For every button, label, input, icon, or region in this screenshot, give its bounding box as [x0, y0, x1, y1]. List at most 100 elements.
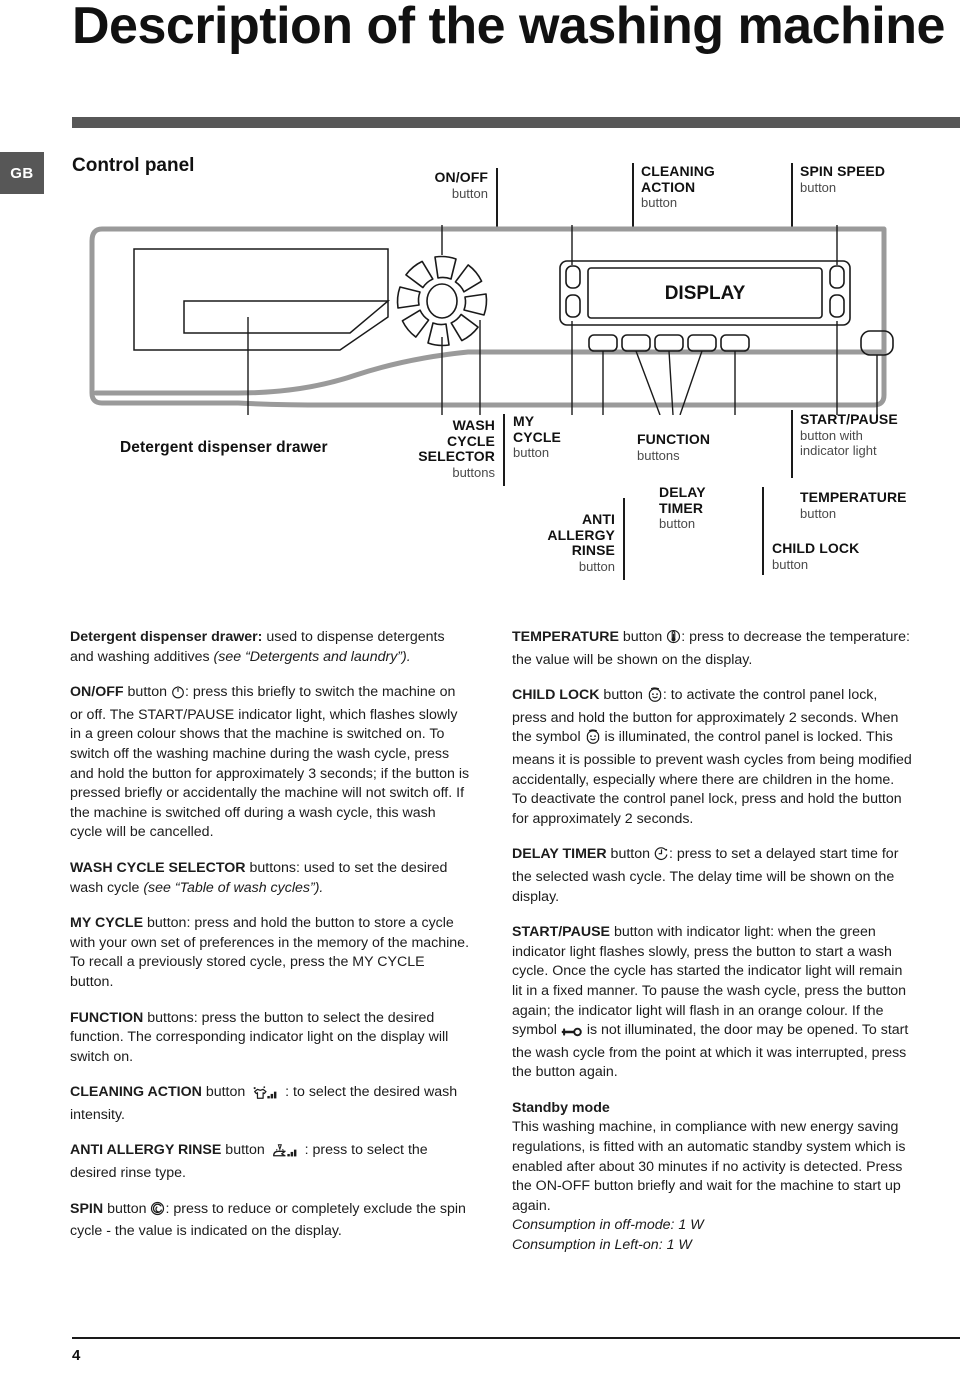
locale-badge: GB [0, 152, 44, 194]
callout-cleaning-action-name-1: CLEANING [641, 163, 715, 179]
callout-my-cycle: MY CYCLE button [513, 413, 623, 460]
para-anti-allergy-rinse: ANTI ALLERGY RINSE button : press to sel… [70, 1141, 470, 1183]
para-child-lock: CHILD LOCK button : to activate the cont… [512, 686, 912, 829]
callout-wcs-name-3: SELECTOR [418, 448, 495, 464]
pre-child-lock: button [599, 687, 647, 704]
callout-function-name: FUNCTION [637, 431, 711, 447]
italic-standby-1: Consumption in off-mode: 1 W [512, 1217, 704, 1234]
body-column-left: Detergent dispenser drawer: used to disp… [70, 628, 470, 1258]
term-my-cycle: MY CYCLE [70, 915, 144, 932]
callout-my-cycle-name-2: CYCLE [513, 428, 561, 445]
callout-aar-name-2: ALLERGY [547, 526, 615, 543]
header-divider [72, 117, 960, 128]
callout-on-off-name: ON/OFF [434, 169, 488, 185]
para-my-cycle: MY CYCLE button: press and hold the butt… [70, 914, 470, 992]
pre-delay-timer: button [606, 846, 654, 863]
italic-detergent-drawer: (see “Detergents and laundry”). [213, 648, 411, 665]
callout-wcs-name-1: WASH [452, 417, 495, 433]
callout-on-off-sub: button [451, 185, 488, 201]
callout-temperature-sub: button [800, 505, 837, 521]
term-temperature: TEMPERATURE [512, 629, 619, 645]
term-cleaning-action: CLEANING ACTION [70, 1084, 202, 1101]
callout-function: FUNCTION buttons [637, 431, 767, 463]
heading-standby: Standby mode [512, 1099, 610, 1116]
callout-anti-allergy-rinse: ANTI ALLERGY RINSE button [500, 511, 615, 573]
term-function: FUNCTION [70, 1009, 144, 1026]
thermometer-icon [666, 629, 681, 651]
leader-start-pause [791, 410, 793, 478]
callout-cleaning-action-sub: button [641, 195, 678, 210]
italic-wash-cycle-selector: (see “Table of wash cycles”). [143, 879, 324, 896]
para-spin: SPIN button : press to reduce or complet… [70, 1200, 470, 1242]
leader-child-lock [762, 487, 764, 575]
callout-spin-speed: SPIN SPEED button [800, 163, 950, 195]
callout-start-pause: START/PAUSE button with indicator light [800, 411, 950, 458]
term-child-lock: CHILD LOCK [512, 687, 600, 704]
term-spin: SPIN [70, 1200, 104, 1217]
term-anti-allergy-rinse: ANTI ALLERGY RINSE [70, 1142, 222, 1159]
child-face-icon [647, 687, 663, 709]
callout-delay-timer-sub: button [659, 516, 696, 531]
term-start-pause: START/PAUSE [512, 924, 611, 941]
para-start-pause: START/PAUSE button with indicator light:… [512, 923, 912, 1083]
callout-delay-timer: DELAY TIMER button [659, 484, 779, 531]
leader-on-off [496, 168, 498, 228]
callout-wcs-name-2: CYCLE [447, 432, 495, 449]
door-lock-key-icon [561, 1024, 583, 1044]
rinse-shower-bars-icon [269, 1143, 301, 1164]
leader-cleaning-action [632, 163, 634, 228]
para-standby: Standby mode This washing machine, in com… [512, 1099, 912, 1256]
callout-delay-timer-name-1: DELAY [659, 484, 706, 500]
callout-start-pause-name: START/PAUSE [800, 411, 898, 427]
para-wash-cycle-selector: WASH CYCLE SELECTOR buttons: used to set… [70, 859, 470, 898]
callout-my-cycle-sub: button [513, 445, 550, 460]
leader-wash-cycle-selector [503, 414, 505, 486]
callout-child-lock-name: CHILD LOCK [772, 540, 860, 556]
callout-wash-cycle-selector: WASH CYCLE SELECTOR buttons [380, 417, 495, 479]
callout-cleaning-action: CLEANING ACTION button [641, 163, 781, 210]
callout-aar-name-3: RINSE [571, 542, 615, 558]
leader-anti-allergy-rinse [623, 498, 625, 580]
term-detergent-drawer: Detergent dispenser drawer: [70, 629, 263, 645]
pre-temperature: button [618, 629, 667, 645]
callout-spin-speed-name: SPIN SPEED [800, 163, 886, 179]
body-column-right: TEMPERATURE button : press to decrease t… [512, 628, 912, 1272]
pre-on-off: button [123, 684, 171, 701]
leader-spin-speed [791, 163, 793, 228]
control-panel-diagram: DISPLAY [89, 225, 894, 415]
para-delay-timer: DELAY TIMER button : press to set a dela… [512, 845, 912, 907]
callout-child-lock: CHILD LOCK button [772, 540, 932, 572]
footer-divider [72, 1337, 960, 1340]
callout-aar-name-1: ANTI [581, 511, 615, 527]
display-label: DISPLAY [665, 283, 746, 304]
para-detergent-drawer: Detergent dispenser drawer: used to disp… [70, 628, 470, 667]
callout-cleaning-action-name-2: ACTION [641, 178, 696, 195]
text-on-off: : press this briefly to switch the machi… [70, 684, 470, 841]
callout-start-pause-sub-2: indicator light [800, 442, 877, 458]
para-temperature: TEMPERATURE button : press to decrease t… [512, 628, 912, 670]
child-face-icon [585, 729, 601, 751]
callout-my-cycle-name-1: MY [513, 413, 535, 429]
page-number: 4 [72, 1347, 81, 1364]
callout-function-sub: buttons [637, 447, 680, 463]
clock-delay-icon [654, 846, 669, 868]
para-function: FUNCTION buttons: press the button to se… [70, 1009, 470, 1068]
callout-on-off: ON/OFF button [368, 169, 488, 201]
term-delay-timer: DELAY TIMER [512, 846, 607, 863]
spin-spiral-icon [150, 1201, 165, 1223]
text-standby: This washing machine, in compliance with… [512, 1119, 906, 1214]
callout-temperature-name: TEMPERATURE [800, 489, 907, 505]
pre-cleaning-action: button [201, 1084, 250, 1101]
manual-page: Description of the washing machine GB Co… [0, 0, 960, 1376]
callout-delay-timer-name-2: TIMER [659, 499, 704, 516]
term-on-off: ON/OFF [70, 684, 124, 701]
tshirt-sparkle-bars-icon [249, 1085, 281, 1106]
callout-child-lock-sub: button [772, 556, 809, 572]
callout-spin-speed-sub: button [800, 179, 837, 195]
callout-detergent-drawer: Detergent dispenser drawer [120, 440, 328, 456]
term-wash-cycle-selector: WASH CYCLE SELECTOR [70, 859, 246, 876]
page-title: Description of the washing machine [72, 0, 945, 55]
power-icon [171, 685, 185, 706]
text-start-pause-1: button with indicator light: when the gr… [512, 924, 907, 1039]
pre-spin: button [103, 1200, 151, 1217]
